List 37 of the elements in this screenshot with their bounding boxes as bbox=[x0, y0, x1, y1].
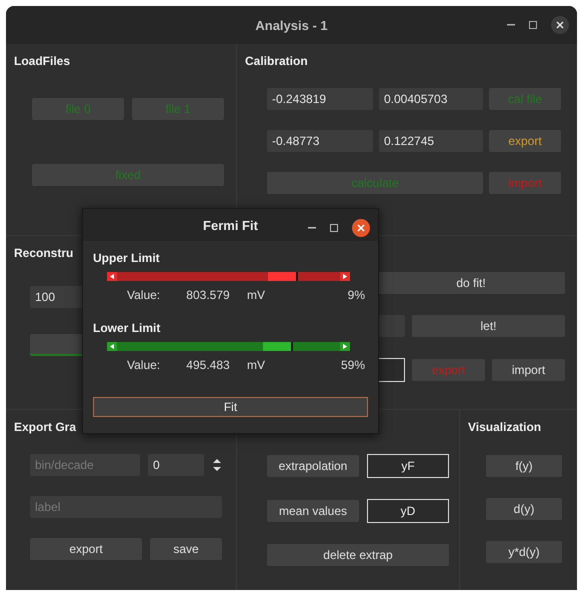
value-label: Value: bbox=[127, 358, 162, 372]
plot-button[interactable]: y*d(y) bbox=[486, 541, 562, 563]
export-button[interactable]: export bbox=[30, 538, 142, 560]
unit-text: mV bbox=[246, 288, 266, 302]
fit-button[interactable]: do fit! bbox=[377, 272, 565, 294]
value-label: Value: bbox=[127, 288, 162, 302]
percent-text: 9% bbox=[346, 288, 365, 302]
value-text: 495.483 bbox=[185, 358, 231, 372]
section-title: Reconstru bbox=[14, 246, 74, 260]
save-button[interactable]: save bbox=[150, 538, 222, 560]
limit-title: Lower Limit bbox=[93, 321, 160, 335]
percent-text: 59% bbox=[340, 358, 365, 372]
plot-button[interactable]: d(y) bbox=[486, 498, 562, 520]
calibration-field[interactable]: -0.48773 bbox=[267, 130, 373, 152]
fit-button[interactable]: Fit bbox=[93, 397, 368, 417]
plot-button[interactable]: f(y) bbox=[486, 455, 562, 477]
count-field[interactable]: 0 bbox=[148, 454, 204, 476]
option-button[interactable]: extrapolation bbox=[267, 455, 359, 477]
value-text: 803.579 bbox=[185, 288, 231, 302]
section-title: Export Gra bbox=[14, 420, 76, 434]
window-title: Analysis - 1 bbox=[255, 18, 328, 32]
section-title: LoadFiles bbox=[14, 54, 70, 68]
calibration-button[interactable]: export bbox=[489, 130, 561, 152]
delete-button[interactable]: delete extrap bbox=[267, 544, 449, 566]
value-box[interactable]: yD bbox=[367, 499, 449, 523]
option-button[interactable]: mean values bbox=[267, 500, 359, 522]
limit-title: Upper Limit bbox=[93, 251, 160, 265]
calibration-field[interactable]: 0.00405703 bbox=[379, 88, 483, 110]
calibration-field[interactable]: -0.243819 bbox=[267, 88, 373, 110]
unit-text: mV bbox=[246, 358, 266, 372]
action-button[interactable]: let! bbox=[412, 315, 565, 337]
action-button[interactable]: import bbox=[492, 359, 565, 381]
section-title: Calibration bbox=[245, 54, 308, 68]
dialog-title: Fermi Fit bbox=[203, 218, 258, 232]
section-title: Visualization bbox=[468, 420, 542, 434]
calibration-field[interactable]: 0.122745 bbox=[379, 130, 483, 152]
value-box[interactable]: yF bbox=[367, 454, 449, 478]
